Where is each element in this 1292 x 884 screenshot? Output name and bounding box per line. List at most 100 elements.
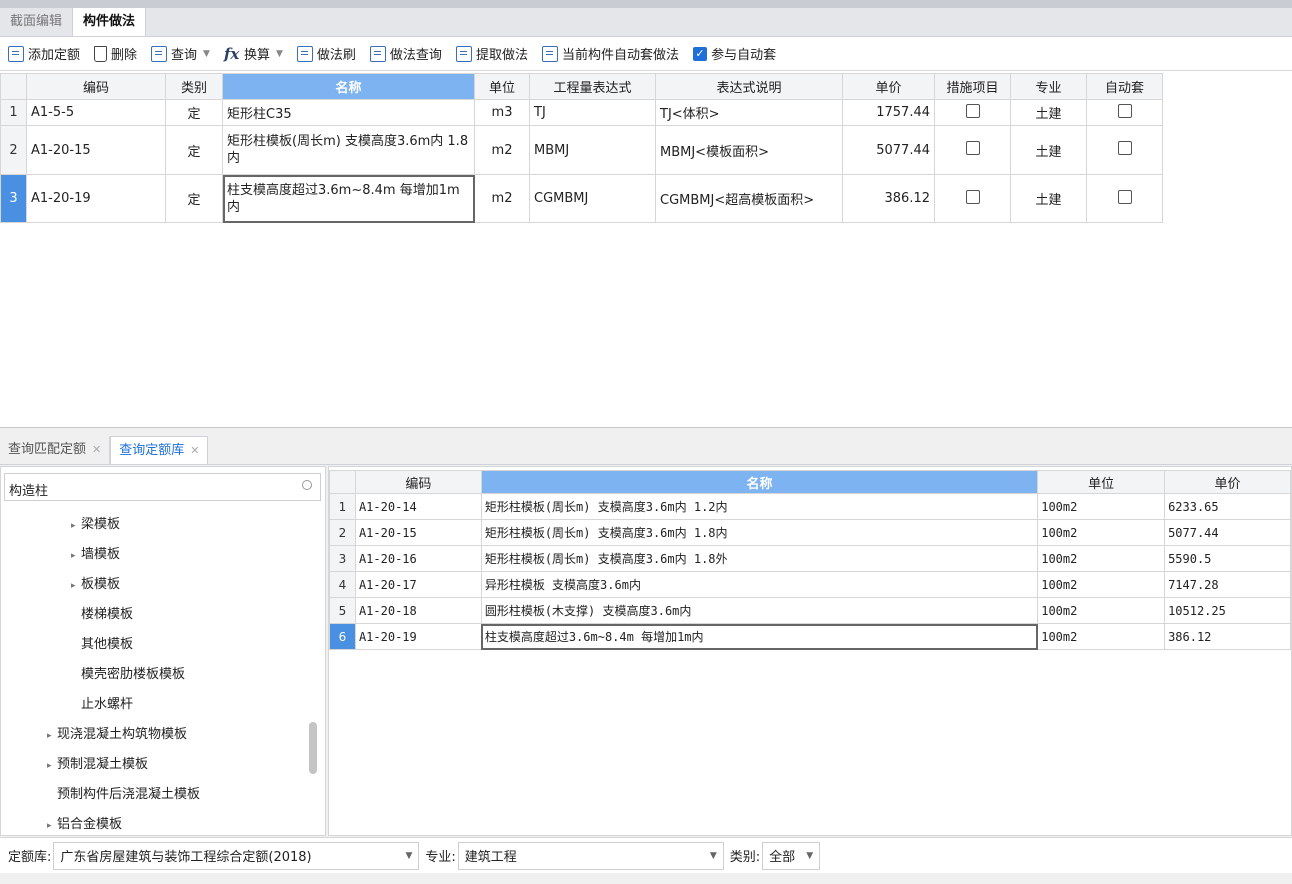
chevron-right-icon[interactable]: ▸ <box>47 721 57 751</box>
cell-code[interactable]: A1-20-15 <box>26 125 166 175</box>
row-number[interactable]: 1 <box>0 99 27 126</box>
row-number[interactable]: 3 <box>329 545 356 572</box>
table-row[interactable]: 1 A1-20-14 矩形柱模板(周长m) 支模高度3.6m内 1.2内 100m2 6… <box>329 493 1291 520</box>
cell-desc[interactable]: CGMBMJ<超高模板面积> <box>655 174 843 223</box>
extract-method-button[interactable]: 提取做法 <box>455 44 528 63</box>
tree-node[interactable]: ▸ 板模板 <box>1 570 311 600</box>
col-header-price[interactable]: 单价 <box>1164 470 1291 494</box>
cell-name[interactable]: 柱支模高度超过3.6m~8.4m 每增加1m内 <box>480 623 1039 650</box>
method-brush-button[interactable]: 做法刷 <box>296 44 356 63</box>
row-number[interactable]: 2 <box>0 125 27 175</box>
cell-name[interactable]: 圆形柱模板(木支撑) 支模高度3.6m内 <box>480 597 1039 624</box>
cell-code[interactable]: A1-20-19 <box>26 174 166 223</box>
cell-name[interactable]: 矩形柱模板(周长m) 支模高度3.6m内 1.8外 <box>480 545 1039 572</box>
cell-code[interactable]: A1-20-16 <box>354 545 482 572</box>
table-row[interactable]: 5 A1-20-18 圆形柱模板(木支撑) 支模高度3.6m内 100m2 10512.… <box>329 597 1291 624</box>
cell-name[interactable]: 柱支模高度超过3.6m~8.4m 每增加1m内 <box>222 174 475 223</box>
cell-price[interactable]: 5077.44 <box>842 125 935 175</box>
close-icon[interactable]: ✕ <box>190 444 199 457</box>
chevron-right-icon[interactable]: ▸ <box>71 571 81 601</box>
tree-node[interactable]: ▸ 预制混凝土模板 <box>1 750 311 780</box>
table-row[interactable]: 2 A1-20-15 定 矩形柱模板(周长m) 支模高度3.6m内 1.8内 m… <box>0 125 1163 175</box>
method-query-button[interactable]: 做法查询 <box>369 44 442 63</box>
tab-section-edit[interactable]: 截面编辑 <box>0 8 72 36</box>
cell-major[interactable]: 土建 <box>1010 99 1087 126</box>
chevron-down-icon[interactable]: ▼ <box>203 49 210 59</box>
cell-price[interactable]: 386.12 <box>842 174 935 223</box>
col-header-type[interactable]: 类别 <box>165 73 223 100</box>
cell-auto[interactable] <box>1086 174 1163 223</box>
cell-expr[interactable]: MBMJ <box>529 125 656 175</box>
cell-type[interactable]: 定 <box>165 99 223 126</box>
cell-unit[interactable]: 100m2 <box>1037 545 1166 572</box>
cell-name[interactable]: 矩形柱模板(周长m) 支模高度3.6m内 1.2内 <box>480 493 1039 520</box>
cell-unit[interactable]: 100m2 <box>1037 571 1166 598</box>
table-row[interactable]: 3 A1-20-19 定 柱支模高度超过3.6m~8.4m 每增加1m内 m2 … <box>0 174 1163 223</box>
col-header-name[interactable]: 名称 <box>480 470 1039 494</box>
cell-type[interactable]: 定 <box>165 125 223 175</box>
checkbox-icon[interactable] <box>965 103 980 118</box>
tab-component-method[interactable]: 构件做法 <box>72 8 147 36</box>
cell-desc[interactable]: TJ<体积> <box>655 99 843 126</box>
col-header-code[interactable]: 编码 <box>354 470 482 494</box>
col-header-name[interactable]: 名称 <box>222 73 475 100</box>
checkbox-icon[interactable] <box>1117 189 1132 204</box>
cell-name[interactable]: 异形柱模板 支模高度3.6m内 <box>480 571 1039 598</box>
checkbox-icon[interactable] <box>1117 141 1132 155</box>
cell-price[interactable]: 386.12 <box>1164 623 1291 650</box>
checkbox-icon[interactable] <box>965 141 980 155</box>
tab-query-quota-library[interactable]: 查询定额库 ✕ <box>110 436 209 464</box>
row-number[interactable]: 5 <box>329 597 356 624</box>
tree-node[interactable]: ▸ 现浇混凝土构筑物模板 <box>1 720 311 750</box>
cell-unit[interactable]: 100m2 <box>1037 623 1166 650</box>
cell-price[interactable]: 10512.25 <box>1164 597 1291 624</box>
col-header-measure[interactable]: 措施项目 <box>934 73 1011 100</box>
cell-auto[interactable] <box>1086 99 1163 126</box>
close-icon[interactable]: ✕ <box>92 443 101 456</box>
row-number[interactable]: 6 <box>329 623 356 650</box>
tree-node[interactable]: 模壳密肋楼板模板 <box>1 660 311 690</box>
cell-unit[interactable]: 100m2 <box>1037 597 1166 624</box>
checkbox-icon[interactable] <box>965 189 980 204</box>
cell-expr[interactable]: TJ <box>529 99 656 126</box>
major-select[interactable]: 建筑工程 ▼ <box>457 841 724 870</box>
checkbox-checked-icon[interactable]: ✓ <box>692 46 707 61</box>
checkbox-icon[interactable] <box>1117 103 1132 118</box>
cell-name[interactable]: 矩形柱模板(周长m) 支模高度3.6m内 1.8内 <box>480 519 1039 546</box>
chevron-right-icon[interactable]: ▸ <box>71 511 81 541</box>
tree-node[interactable]: ▸ 梁模板 <box>1 510 311 540</box>
cell-price[interactable]: 7147.28 <box>1164 571 1291 598</box>
tab-query-match-quota[interactable]: 查询匹配定额 ✕ <box>0 436 111 464</box>
row-number[interactable]: 3 <box>0 174 27 223</box>
col-header-price[interactable]: 单价 <box>842 73 935 100</box>
chevron-right-icon[interactable]: ▸ <box>47 751 57 781</box>
chevron-right-icon[interactable]: ▸ <box>71 541 81 571</box>
cell-code[interactable]: A1-20-19 <box>354 623 482 650</box>
cell-code[interactable]: A1-5-5 <box>26 99 166 126</box>
cell-type[interactable]: 定 <box>165 174 223 223</box>
auto-apply-current-button[interactable]: 当前构件自动套做法 <box>541 44 679 63</box>
cell-name[interactable]: 矩形柱C35 <box>222 99 475 126</box>
tree-node[interactable]: ▸ 墙模板 <box>1 540 311 570</box>
col-header-auto[interactable]: 自动套 <box>1086 73 1163 100</box>
cell-unit[interactable]: m2 <box>474 174 530 223</box>
table-row[interactable]: 1 A1-5-5 定 矩形柱C35 m3 TJ TJ<体积> 1757.44 土… <box>0 99 1163 126</box>
cell-measure[interactable] <box>934 125 1011 175</box>
cell-price[interactable]: 6233.65 <box>1164 493 1291 520</box>
table-row[interactable]: 6 A1-20-19 柱支模高度超过3.6m~8.4m 每增加1m内 100m2 386… <box>329 623 1291 650</box>
cell-name[interactable]: 矩形柱模板(周长m) 支模高度3.6m内 1.8内 <box>222 125 475 175</box>
cell-measure[interactable] <box>934 174 1011 223</box>
cell-code[interactable]: A1-20-14 <box>354 493 482 520</box>
col-header-code[interactable]: 编码 <box>26 73 166 100</box>
tree-node[interactable]: 楼梯模板 <box>1 600 311 630</box>
row-number[interactable]: 2 <box>329 519 356 546</box>
cell-price[interactable]: 5077.44 <box>1164 519 1291 546</box>
cell-code[interactable]: A1-20-18 <box>354 597 482 624</box>
cell-price[interactable]: 5590.5 <box>1164 545 1291 572</box>
col-header-desc[interactable]: 表达式说明 <box>655 73 843 100</box>
table-row[interactable]: 4 A1-20-17 异形柱模板 支模高度3.6m内 100m2 7147.28 <box>329 571 1291 598</box>
tree-node[interactable]: 预制构件后浇混凝土模板 <box>1 780 311 810</box>
cell-unit[interactable]: m3 <box>474 99 530 126</box>
chevron-down-icon[interactable]: ▼ <box>276 49 283 59</box>
tree-node[interactable]: ▸ 铝合金模板 <box>1 810 311 840</box>
